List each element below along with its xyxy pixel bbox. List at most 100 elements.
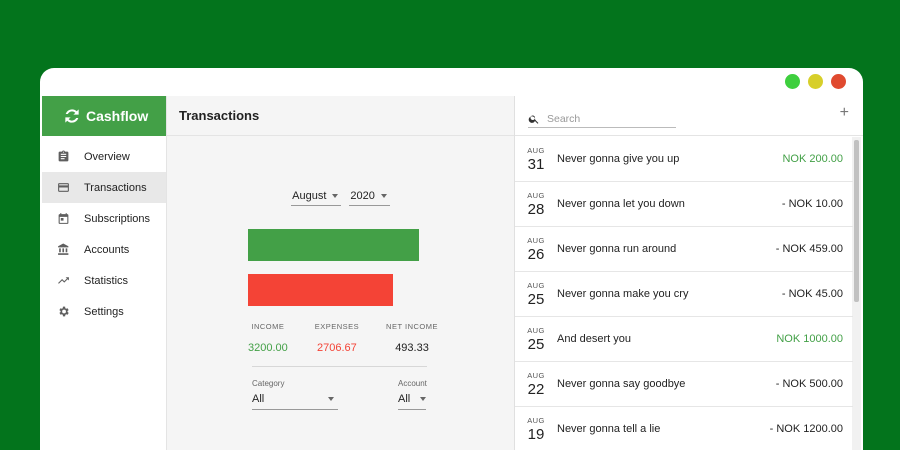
- transaction-date: AUG 31: [515, 146, 557, 173]
- transaction-date: AUG 22: [515, 371, 557, 398]
- income-bar: [248, 229, 419, 261]
- expenses-summary: EXPENSES 2706.67: [315, 322, 359, 354]
- sidebar-item-label: Statistics: [84, 274, 129, 287]
- transaction-description: Never gonna give you up: [557, 153, 680, 165]
- window-controls: [785, 74, 846, 89]
- add-transaction-button[interactable]: +: [840, 104, 849, 122]
- income-summary: INCOME 3200.00: [248, 322, 288, 354]
- transaction-month: AUG: [527, 235, 545, 245]
- month-select[interactable]: August: [291, 190, 342, 206]
- transaction-day: 22: [527, 380, 545, 398]
- transactions-panel: + AUG31Never gonna give you up NOK 200.00…: [515, 96, 863, 450]
- transaction-row[interactable]: AUG 31 Never gonna give you up NOK 200.00: [515, 137, 853, 182]
- sidebar-item-statistics[interactable]: Statistics: [42, 265, 166, 296]
- clipboard-icon: [42, 150, 84, 163]
- transaction-day: 28: [527, 200, 545, 218]
- sidebar-item-label: Overview: [84, 150, 130, 163]
- brand-header: Cashflow: [42, 96, 166, 136]
- sidebar-item-subscriptions[interactable]: Subscriptions: [42, 203, 166, 234]
- net-income-value: 493.33: [395, 342, 429, 354]
- transaction-description: And desert you: [557, 333, 631, 345]
- transaction-amount: - NOK 459.00: [775, 243, 843, 255]
- expenses-label: EXPENSES: [314, 322, 360, 331]
- summary-figures: INCOME 3200.00 EXPENSES 2706.67 NET INCO…: [248, 322, 438, 354]
- transaction-date: AUG 25: [515, 326, 557, 353]
- gear-icon: [42, 305, 84, 318]
- transaction-description: Never gonna let you down: [557, 198, 685, 210]
- transaction-amount: - NOK 1200.00: [769, 423, 843, 435]
- transaction-day: 26: [527, 245, 545, 263]
- search-box: [528, 113, 676, 128]
- transaction-description: Never gonna say goodbye: [557, 378, 686, 390]
- sidebar-item-overview[interactable]: Overview: [42, 141, 166, 172]
- transaction-date: AUG 28: [515, 191, 557, 218]
- transaction-date: AUG 25: [515, 281, 557, 308]
- sidebar-item-settings[interactable]: Settings: [42, 296, 166, 327]
- sidebar-item-label: Settings: [84, 305, 124, 318]
- account-label: Account: [398, 379, 427, 388]
- trending-icon: [42, 274, 84, 287]
- transaction-amount: NOK 1000.00: [776, 333, 843, 345]
- period-selectors: August 2020: [167, 190, 514, 206]
- scrollbar-thumb[interactable]: [854, 140, 859, 302]
- sidebar-item-label: Subscriptions: [84, 212, 151, 225]
- month-value: August: [292, 190, 327, 202]
- year-select[interactable]: 2020: [349, 190, 390, 206]
- sidebar-item-label: Accounts: [84, 243, 130, 256]
- transaction-amount: - NOK 45.00: [781, 288, 843, 300]
- transaction-row[interactable]: AUG 19 Never gonna tell a lie - NOK 1200.00: [515, 407, 853, 450]
- transaction-month: AUG: [527, 370, 545, 380]
- panel-header: +: [515, 96, 863, 136]
- category-label: Category: [252, 379, 285, 388]
- transaction-list: AUG 31 Never gonna give you up NOK 200.00 AU…: [515, 137, 853, 450]
- transaction-month: AUG: [527, 325, 545, 335]
- account-value: All: [398, 393, 411, 405]
- income-label: INCOME: [251, 322, 285, 331]
- transaction-amount: NOK 200.00: [782, 153, 843, 165]
- expense-bar: [248, 274, 393, 306]
- transaction-month: AUG: [527, 280, 545, 290]
- page-title: Transactions: [167, 96, 514, 136]
- transaction-date: AUG 26: [515, 236, 557, 263]
- maximize-button[interactable]: [785, 74, 800, 89]
- transaction-row[interactable]: AUG 26 Never gonna run around - NOK 459.00: [515, 227, 853, 272]
- brand-name: Cashflow: [86, 108, 149, 124]
- calendar-icon: [42, 212, 84, 225]
- expenses-value: 2706.67: [317, 342, 357, 354]
- category-select[interactable]: All: [252, 391, 338, 410]
- transaction-amount: - NOK 500.00: [775, 378, 843, 390]
- net-income-label: NET INCOME: [386, 322, 438, 331]
- transaction-description: Never gonna tell a lie: [557, 423, 661, 435]
- transaction-amount: - NOK 10.00: [781, 198, 843, 210]
- chevron-down-icon: [332, 194, 339, 198]
- chevron-down-icon: [328, 397, 334, 401]
- transaction-month: AUG: [527, 415, 545, 425]
- net-income-summary: NET INCOME 493.33: [386, 322, 438, 354]
- divider: [252, 366, 427, 367]
- transaction-description: Never gonna run around: [557, 243, 677, 255]
- credit-card-icon: [42, 181, 84, 194]
- app-window: Cashflow Overview Transactions Subscript…: [40, 68, 863, 450]
- transaction-description: Never gonna make you cry: [557, 288, 689, 300]
- minimize-button[interactable]: [808, 74, 823, 89]
- transaction-row[interactable]: AUG 25 And desert you NOK 1000.00: [515, 317, 853, 362]
- search-input[interactable]: [547, 113, 667, 125]
- sidebar-item-transactions[interactable]: Transactions: [42, 172, 166, 203]
- account-select[interactable]: All: [398, 391, 426, 410]
- category-value: All: [252, 393, 265, 405]
- summary-pane: Transactions August 2020 INCOME 3200.00: [167, 96, 515, 450]
- close-button[interactable]: [831, 74, 846, 89]
- sidebar-nav: Overview Transactions Subscriptions Acco…: [42, 141, 166, 327]
- sidebar: Cashflow Overview Transactions Subscript…: [42, 96, 167, 450]
- transaction-row[interactable]: AUG 28 Never gonna let you down - NOK 10.00: [515, 182, 853, 227]
- transaction-row[interactable]: AUG 22 Never gonna say goodbye - NOK 500.00: [515, 362, 853, 407]
- transaction-month: AUG: [527, 145, 545, 155]
- account-filter: Account All: [398, 379, 427, 410]
- search-icon: [528, 115, 539, 124]
- transaction-month: AUG: [527, 190, 545, 200]
- bank-icon: [42, 243, 84, 256]
- transaction-day: 19: [527, 425, 545, 443]
- transaction-row[interactable]: AUG 25 Never gonna make you cry - NOK 45.00: [515, 272, 853, 317]
- transaction-date: AUG 19: [515, 416, 557, 443]
- sidebar-item-accounts[interactable]: Accounts: [42, 234, 166, 265]
